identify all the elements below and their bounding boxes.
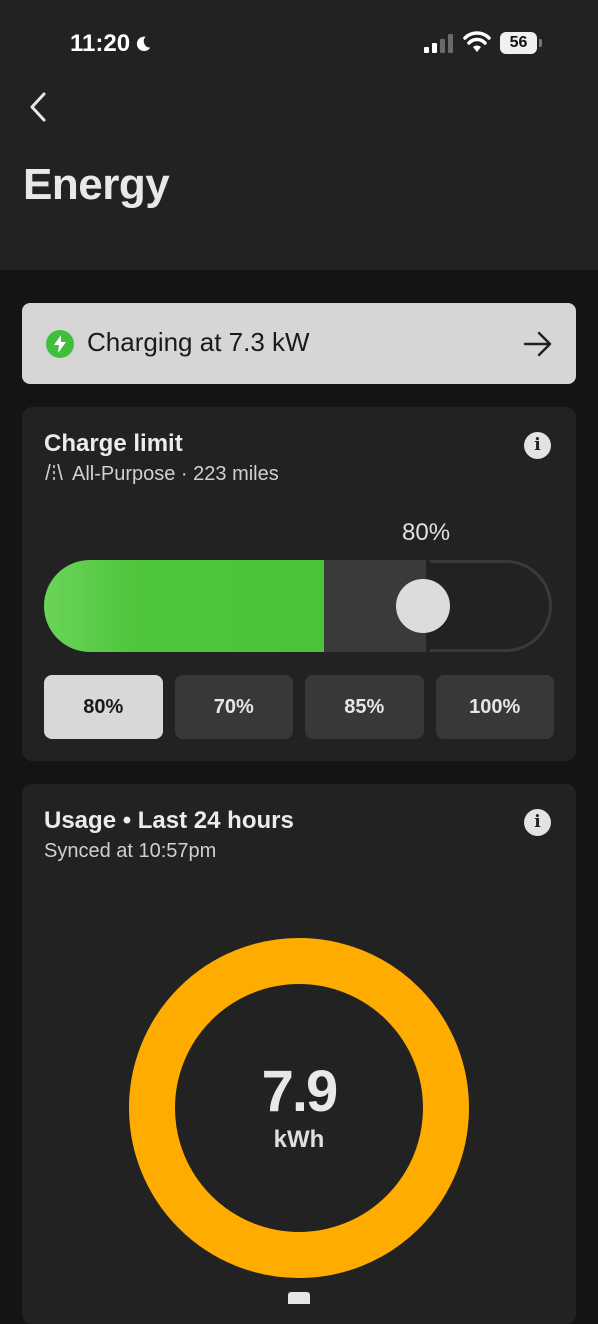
charge-limit-presets: 80% 70% 85% 100%	[44, 675, 554, 739]
slider-thumb[interactable]	[396, 579, 450, 633]
wifi-icon	[463, 31, 491, 52]
charging-status-banner[interactable]: Charging at 7.3 kW	[22, 303, 576, 384]
preset-70[interactable]: 70%	[174, 675, 293, 739]
status-time: 11:20	[70, 30, 152, 58]
charge-mode-label: All-Purpose · 223 miles	[72, 463, 279, 485]
battery-cap	[539, 39, 542, 47]
charging-status-label: Charging at 7.3 kW	[87, 327, 310, 357]
signal-icon	[424, 33, 453, 53]
page-title: Energy	[23, 160, 170, 209]
preset-100[interactable]: 100%	[435, 675, 554, 739]
info-icon[interactable]: i	[524, 432, 551, 459]
charge-limit-percent: 80%	[402, 519, 451, 546]
time-label: 11:20	[70, 30, 131, 57]
usage-total-value: 7.9	[261, 1059, 339, 1124]
battery-charge-fill	[44, 560, 324, 652]
moon-icon	[136, 36, 151, 52]
preset-85[interactable]: 85%	[305, 675, 424, 739]
charge-limit-card: Charge limit i All-Purpose · 223 miles 8…	[22, 407, 576, 761]
header: 11:20 56 Energy	[0, 0, 598, 270]
legend-peek	[288, 1292, 310, 1304]
usage-synced-label: Synced at 10:57pm	[44, 840, 217, 862]
preset-80[interactable]: 80%	[44, 675, 163, 739]
road-icon	[45, 463, 63, 481]
battery-indicator: 56	[500, 32, 537, 54]
back-chevron-icon[interactable]	[24, 88, 54, 126]
charge-limit-slider[interactable]	[44, 560, 552, 652]
arrow-right-icon	[523, 331, 552, 357]
usage-info-icon[interactable]: i	[524, 809, 551, 836]
slider-fill-area	[44, 560, 426, 652]
usage-total-unit: kWh	[273, 1126, 325, 1153]
charge-limit-title: Charge limit	[44, 430, 183, 457]
charge-mode-row: All-Purpose · 223 miles	[44, 462, 279, 486]
bolt-icon	[46, 330, 74, 358]
status-bar: 11:20 56	[0, 0, 598, 90]
usage-card: Usage • Last 24 hours i Synced at 10:57p…	[22, 784, 576, 1324]
usage-title: Usage • Last 24 hours	[44, 807, 294, 834]
